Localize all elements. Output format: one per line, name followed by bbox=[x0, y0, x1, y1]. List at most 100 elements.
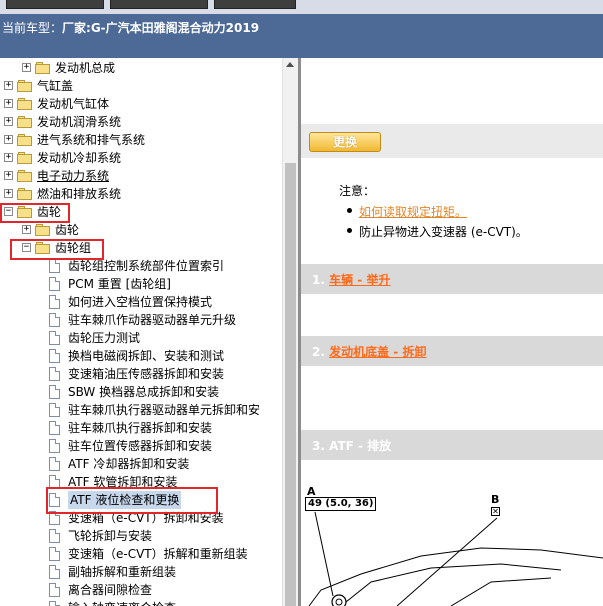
expand-icon[interactable]: + bbox=[22, 225, 31, 234]
tree-item-label[interactable]: 齿轮 bbox=[55, 221, 79, 239]
tree-item-label[interactable]: 电子动力系统 bbox=[37, 167, 109, 185]
tree-item[interactable]: + 发动机气缸体 bbox=[0, 95, 282, 113]
tree-item-label[interactable]: 驻车位置传感器拆卸和安装 bbox=[68, 437, 212, 455]
content-pane: 更换 注意： 如何读取规定扭矩。 防止异物进入变速器 (e-CVT)。 1. 车… bbox=[301, 58, 603, 606]
folder-icon bbox=[35, 224, 51, 236]
tree-item-label[interactable]: 齿轮压力测试 bbox=[68, 329, 140, 347]
expand-icon[interactable]: + bbox=[4, 189, 13, 198]
tree-item[interactable]: ATF 冷却器拆卸和安装 bbox=[0, 455, 282, 473]
tree-item-label[interactable]: 发动机总成 bbox=[55, 59, 115, 77]
folder-icon bbox=[17, 116, 33, 128]
tree-item-label[interactable]: PCM 重置 [齿轮组] bbox=[68, 275, 171, 293]
toolbar-button-1[interactable] bbox=[6, 0, 104, 9]
document-icon bbox=[49, 277, 60, 291]
tree-item[interactable]: SBW 换档器总成拆卸和安装 bbox=[0, 383, 282, 401]
document-icon bbox=[49, 439, 60, 453]
tree-item-label[interactable]: 变速箱（e-CVT）拆解和重新组装 bbox=[68, 545, 248, 563]
highlight-atf-level bbox=[46, 487, 218, 514]
vehicle-label: 当前车型： bbox=[2, 21, 63, 35]
tree-item[interactable]: 输入轴变速离合检查 bbox=[0, 599, 282, 606]
highlight-gear bbox=[0, 203, 70, 223]
document-icon bbox=[49, 403, 60, 417]
step-number: 2. bbox=[312, 345, 325, 359]
tree-item[interactable]: + 发动机冷却系统 bbox=[0, 149, 282, 167]
tree-item-label[interactable]: 离合器间隙检查 bbox=[68, 581, 152, 599]
tree-item-label[interactable]: 驻车棘爪执行器驱动器单元拆卸和安 bbox=[68, 401, 260, 419]
scroll-up-icon[interactable] bbox=[286, 62, 294, 67]
tree-item[interactable]: 变速箱油压传感器拆卸和安装 bbox=[0, 365, 282, 383]
document-icon bbox=[49, 385, 60, 399]
expand-icon[interactable]: + bbox=[4, 171, 13, 180]
callout-b: B bbox=[491, 493, 500, 506]
step-2: 2. 发动机底盖 - 拆卸 bbox=[301, 336, 603, 366]
vehicle-info: 当前车型：厂家:G-广汽本田雅阁混合动力2019 bbox=[2, 19, 259, 36]
tree-item[interactable]: 驻车棘爪执行器驱动器单元拆卸和安 bbox=[0, 401, 282, 419]
document-icon bbox=[49, 565, 60, 579]
expand-icon[interactable]: + bbox=[4, 81, 13, 90]
step-1: 1. 车辆 - 举升 bbox=[301, 264, 603, 294]
document-icon bbox=[49, 349, 60, 363]
tree-item[interactable]: 换档电磁阀拆卸、安装和测试 bbox=[0, 347, 282, 365]
replace-mark-icon: ✕ bbox=[491, 507, 500, 516]
torque-spec: 49 (5.0, 36) bbox=[305, 497, 377, 511]
tree-item-label[interactable]: 如何进入空档位置保持模式 bbox=[68, 293, 212, 311]
folder-icon bbox=[17, 80, 33, 92]
document-icon bbox=[49, 259, 60, 273]
atf-drain-diagram: A 49 (5.0, 36) B ✕ bbox=[301, 478, 603, 606]
step-3: 3. ATF - 排放 bbox=[301, 430, 603, 460]
tree-item-label[interactable]: 发动机冷却系统 bbox=[37, 149, 121, 167]
expand-icon[interactable]: + bbox=[4, 99, 13, 108]
tree-item[interactable]: + 进气系统和排气系统 bbox=[0, 131, 282, 149]
step-2-link[interactable]: 发动机底盖 - 拆卸 bbox=[329, 345, 426, 359]
tree-item-label[interactable]: 变速箱油压传感器拆卸和安装 bbox=[68, 365, 224, 383]
tree-item[interactable]: 驻车棘爪作动器驱动器单元升级 bbox=[0, 311, 282, 329]
folder-icon bbox=[17, 134, 33, 146]
tree-item-label[interactable]: 驻车棘爪作动器驱动器单元升级 bbox=[68, 311, 236, 329]
tree-item-label[interactable]: SBW 换档器总成拆卸和安装 bbox=[68, 383, 219, 401]
tree-item[interactable]: + 气缸盖 bbox=[0, 77, 282, 95]
expand-icon[interactable]: + bbox=[22, 63, 31, 72]
tree-item[interactable]: 变速箱（e-CVT）拆解和重新组装 bbox=[0, 545, 282, 563]
toolbar-button-2[interactable] bbox=[110, 0, 208, 9]
tree-item[interactable]: 齿轮压力测试 bbox=[0, 329, 282, 347]
tree-item[interactable]: 如何进入空档位置保持模式 bbox=[0, 293, 282, 311]
tree-item-label[interactable]: 飞轮拆卸与安装 bbox=[68, 527, 152, 545]
tree-item[interactable]: + 发动机润滑系统 bbox=[0, 113, 282, 131]
toolbar-button-3[interactable] bbox=[214, 0, 296, 9]
tree-item[interactable]: 副轴拆解和重新组装 bbox=[0, 563, 282, 581]
scrollbar-thumb[interactable] bbox=[285, 163, 296, 606]
step-number: 1. bbox=[312, 273, 325, 287]
top-toolbar bbox=[0, 0, 603, 14]
tree-scrollbar[interactable] bbox=[282, 58, 298, 606]
bullet-icon bbox=[347, 208, 352, 213]
tree-item[interactable]: 驻车位置传感器拆卸和安装 bbox=[0, 437, 282, 455]
tree-item-label[interactable]: 气缸盖 bbox=[37, 77, 73, 95]
expand-icon[interactable]: + bbox=[4, 135, 13, 144]
document-icon bbox=[49, 583, 60, 597]
tree-item[interactable]: + 燃油和排放系统 bbox=[0, 185, 282, 203]
tree-item[interactable]: + 发动机总成 bbox=[0, 59, 282, 77]
tree-item-label[interactable]: ATF 冷却器拆卸和安装 bbox=[68, 455, 189, 473]
expand-icon[interactable]: + bbox=[4, 117, 13, 126]
tree-item-label[interactable]: 发动机润滑系统 bbox=[37, 113, 121, 131]
tree-item-label[interactable]: 换档电磁阀拆卸、安装和测试 bbox=[68, 347, 224, 365]
document-icon bbox=[49, 601, 60, 606]
vehicle-header: 当前车型：厂家:G-广汽本田雅阁混合动力2019 bbox=[0, 14, 603, 58]
tree-item-label[interactable]: 副轴拆解和重新组装 bbox=[68, 563, 176, 581]
update-button[interactable]: 更换 bbox=[309, 132, 381, 152]
tree-item[interactable]: PCM 重置 [齿轮组] bbox=[0, 275, 282, 293]
step-1-link[interactable]: 车辆 - 举升 bbox=[329, 273, 390, 287]
tree-item-label[interactable]: 驻车棘爪执行器拆卸和安装 bbox=[68, 419, 212, 437]
tree-item-label[interactable]: 发动机气缸体 bbox=[37, 95, 109, 113]
expand-icon[interactable]: + bbox=[4, 153, 13, 162]
tree-item-label[interactable]: 进气系统和排气系统 bbox=[37, 131, 145, 149]
tree-item[interactable]: 驻车棘爪执行器拆卸和安装 bbox=[0, 419, 282, 437]
tree-item[interactable]: 飞轮拆卸与安装 bbox=[0, 527, 282, 545]
tree-item[interactable]: + 齿轮 bbox=[0, 221, 282, 239]
tree-item[interactable]: + 电子动力系统 bbox=[0, 167, 282, 185]
tree-item-label[interactable]: 燃油和排放系统 bbox=[37, 185, 121, 203]
tree-item-label[interactable]: 输入轴变速离合检查 bbox=[68, 599, 176, 606]
tree-item[interactable]: 离合器间隙检查 bbox=[0, 581, 282, 599]
document-icon bbox=[49, 313, 60, 327]
note-torque-link[interactable]: 如何读取规定扭矩。 bbox=[359, 203, 467, 220]
